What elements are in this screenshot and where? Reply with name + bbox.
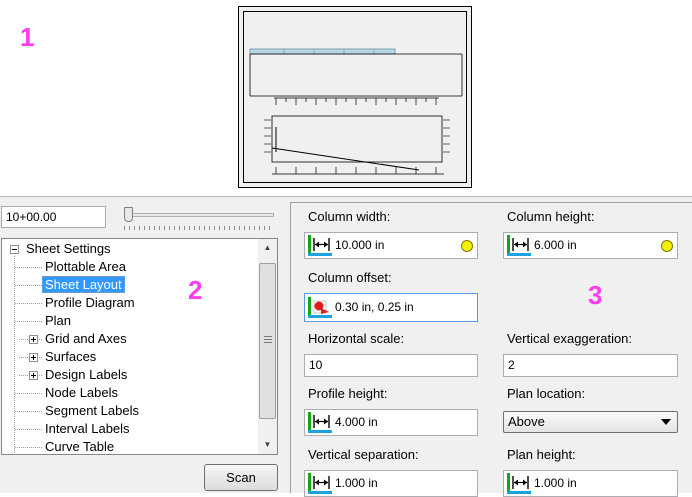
expand-icon[interactable] xyxy=(29,353,38,362)
tree-item-plottable-area[interactable]: Plottable Area xyxy=(43,258,128,276)
profile-height-label: Profile height: xyxy=(308,386,388,401)
tree-connector xyxy=(15,321,43,322)
dimension-icon xyxy=(308,473,332,494)
tree-item-label: Sheet Layout xyxy=(42,276,125,293)
vertical-separation-value: 1.000 in xyxy=(335,476,378,490)
dimension-icon xyxy=(308,412,332,433)
horizontal-scale-field[interactable]: 10 xyxy=(304,354,478,377)
tree-connector xyxy=(15,267,43,268)
tree-connector xyxy=(15,303,43,304)
tree-connector xyxy=(15,411,43,412)
vertical-exaggeration-value: 2 xyxy=(508,358,515,372)
tree-item-design-labels[interactable]: Design Labels xyxy=(43,366,129,384)
tree-item-label: Design Labels xyxy=(45,367,128,382)
tree-item-label: Curve Table xyxy=(45,439,115,454)
collapse-icon[interactable] xyxy=(10,245,19,254)
status-dot-icon xyxy=(461,240,473,252)
marker-3: 3 xyxy=(588,280,603,310)
status-dot-icon xyxy=(661,240,673,252)
plan-location-value: Above xyxy=(508,414,545,429)
profile-height-value: 4.000 in xyxy=(335,415,378,429)
plan-location-select[interactable]: Above xyxy=(503,411,678,433)
tree-connector xyxy=(15,393,43,394)
tree-item-grid-and-axes[interactable]: Grid and Axes xyxy=(43,330,129,348)
tree-item-label: Sheet Settings xyxy=(26,241,111,256)
tree-item-label: Interval Labels xyxy=(45,421,130,436)
tree-connector xyxy=(15,447,43,448)
tree-item-plan[interactable]: Plan xyxy=(43,312,73,330)
station-input[interactable]: 10+00.00 xyxy=(1,206,106,228)
column-width-field[interactable]: 10.000 in xyxy=(304,232,478,259)
column-width-value: 10.000 in xyxy=(335,238,385,252)
dimension-icon xyxy=(308,235,332,256)
dimension-icon xyxy=(507,235,531,256)
offset-icon xyxy=(308,297,332,318)
expand-icon[interactable] xyxy=(29,371,38,380)
tree-item-node-labels[interactable]: Node Labels xyxy=(43,384,120,402)
scroll-down-icon[interactable]: ▼ xyxy=(258,436,277,453)
station-slider-thumb[interactable] xyxy=(124,207,133,222)
tree-item-label: Surfaces xyxy=(45,349,97,364)
column-height-field[interactable]: 6.000 in xyxy=(503,232,678,259)
station-slider-ticks xyxy=(124,226,274,230)
station-slider-track[interactable] xyxy=(124,213,274,217)
scroll-up-icon[interactable]: ▲ xyxy=(258,239,277,256)
tree-item-label: Node Labels xyxy=(45,385,118,400)
vertical-exaggeration-field[interactable]: 2 xyxy=(503,354,678,377)
tree-item-sheet-layout[interactable]: Sheet Layout xyxy=(42,276,125,294)
vertical-exaggeration-label: Vertical exaggeration: xyxy=(507,331,633,346)
sheet-preview-inner xyxy=(243,11,467,183)
marker-2: 2 xyxy=(188,275,203,305)
tree-connector xyxy=(15,285,43,286)
tree-item-label: Plan xyxy=(45,313,72,328)
horizontal-scale-value: 10 xyxy=(309,358,323,372)
tree-item-curve-table[interactable]: Curve Table xyxy=(43,438,116,454)
tree-item-segment-labels[interactable]: Segment Labels xyxy=(43,402,141,420)
tree-item-interval-labels[interactable]: Interval Labels xyxy=(43,420,132,438)
tree-connector xyxy=(15,429,43,430)
chevron-down-icon xyxy=(661,419,671,425)
grip-icon xyxy=(264,336,272,343)
marker-1: 1 xyxy=(20,22,35,52)
tree-item-label: Segment Labels xyxy=(45,403,139,418)
vertical-separation-label: Vertical separation: xyxy=(308,447,419,462)
column-width-label: Column width: xyxy=(308,209,391,224)
plan-location-label: Plan location: xyxy=(507,386,586,401)
scan-button[interactable]: Scan xyxy=(204,464,278,491)
dimension-icon xyxy=(507,473,531,494)
column-offset-field[interactable]: 0.30 in, 0.25 in xyxy=(304,293,478,322)
column-height-label: Column height: xyxy=(507,209,595,224)
sheet-preview-drawing xyxy=(249,48,463,175)
tree-item-surfaces[interactable]: Surfaces xyxy=(43,348,98,366)
horizontal-scale-label: Horizontal scale: xyxy=(308,331,405,346)
expand-icon[interactable] xyxy=(29,335,38,344)
column-height-value: 6.000 in xyxy=(534,238,577,252)
tree-item-label: Profile Diagram xyxy=(45,295,135,310)
tree-item-label: Plottable Area xyxy=(45,259,126,274)
plan-height-value: 1.000 in xyxy=(534,476,577,490)
sheet-preview xyxy=(238,6,472,188)
tree-scrollbar[interactable]: ▲ ▼ xyxy=(258,239,277,454)
scrollbar-thumb[interactable] xyxy=(259,263,276,419)
plan-height-label: Plan height: xyxy=(507,447,576,462)
tree-item-label: Grid and Axes xyxy=(45,331,127,346)
settings-tree[interactable]: Sheet Settings Plottable Area Sheet Layo… xyxy=(1,238,278,455)
tree-item-profile-diagram[interactable]: Profile Diagram xyxy=(43,294,137,312)
column-offset-label: Column offset: xyxy=(308,270,392,285)
profile-height-field[interactable]: 4.000 in xyxy=(304,409,478,436)
tree-item-sheet-settings[interactable]: Sheet Settings xyxy=(24,240,113,258)
column-offset-value: 0.30 in, 0.25 in xyxy=(335,300,414,314)
